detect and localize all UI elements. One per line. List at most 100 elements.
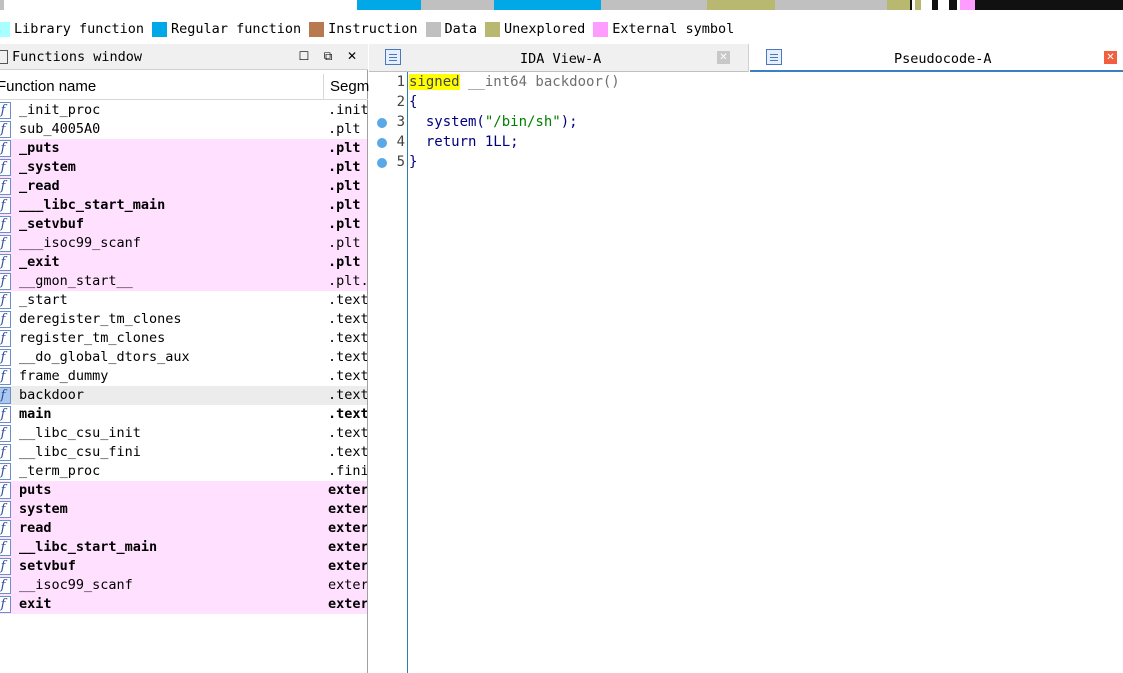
code-text: signed __int64 backdoor() (409, 74, 620, 90)
tab-pseudocode[interactable]: Pseudocode-A ✕ (750, 44, 1123, 72)
functions-window-title: Functions window (12, 48, 143, 65)
function-icon: f (0, 539, 11, 556)
legend-swatch (309, 21, 325, 37)
breakpoint-dot-icon[interactable] (377, 118, 387, 128)
function-row[interactable]: f __gmon_start__ .plt. (0, 272, 367, 291)
function-name: _init_proc (19, 102, 101, 118)
function-row[interactable]: f _start .text (0, 291, 367, 310)
function-row[interactable]: f __isoc99_scanf exter (0, 576, 367, 595)
close-icon[interactable]: ✕ (344, 48, 360, 64)
function-icon: f (0, 577, 11, 594)
function-row[interactable]: f system exter (0, 500, 367, 519)
line-number: 3 (396, 114, 405, 130)
code-line[interactable]: 2{ (369, 93, 1123, 113)
column-header-function-name[interactable]: Function name (0, 78, 96, 95)
function-row[interactable]: f deregister_tm_clones .text (0, 310, 367, 329)
function-segment: .text (328, 330, 367, 346)
code-line[interactable]: 3 system("/bin/sh"); (369, 113, 1123, 133)
column-header-segment[interactable]: Segm (330, 78, 369, 95)
function-row[interactable]: f _term_proc .fini (0, 462, 367, 481)
function-row[interactable]: f __libc_csu_fini .text (0, 443, 367, 462)
code-token: system( (409, 114, 485, 130)
legend-item: Library function (0, 21, 144, 37)
function-name: _puts (19, 140, 60, 156)
function-row[interactable]: f __libc_csu_init .text (0, 424, 367, 443)
function-name: exit (19, 596, 52, 612)
column-separator[interactable] (323, 74, 324, 100)
pseudocode-view[interactable]: 1 signed __int64 backdoor() 2{3 system("/b… (369, 72, 1123, 673)
functions-window-titlebar[interactable]: Functions window ☐ ⧉ ✕ (0, 44, 368, 70)
function-row[interactable]: f _read .plt (0, 177, 367, 196)
function-icon: f (0, 368, 11, 385)
function-row[interactable]: f sub_4005A0 .plt (0, 120, 367, 139)
function-row[interactable]: f ___libc_start_main .plt (0, 196, 367, 215)
function-segment: .plt (328, 197, 361, 213)
function-row[interactable]: f ___isoc99_scanf .plt (0, 234, 367, 253)
function-row[interactable]: f exit exter (0, 595, 367, 614)
function-name: _term_proc (19, 463, 101, 479)
function-segment: .plt (328, 159, 361, 175)
function-row[interactable]: f puts exter (0, 481, 367, 500)
legend-swatch (152, 21, 168, 37)
function-segment: .text (328, 311, 367, 327)
function-name: __gmon_start__ (19, 273, 133, 289)
function-icon: f (0, 292, 11, 309)
legend-item: Instruction (309, 21, 418, 37)
function-row[interactable]: f read exter (0, 519, 367, 538)
function-name: _read (19, 178, 60, 194)
function-segment: exter (328, 520, 367, 536)
legend-label: External symbol (612, 21, 735, 37)
function-row[interactable]: f backdoor .text (0, 386, 367, 405)
code-text: } (409, 154, 417, 170)
function-segment: .text (328, 425, 367, 441)
function-name: __isoc99_scanf (19, 577, 133, 593)
function-icon: f (0, 406, 11, 423)
function-segment: .plt. (328, 273, 367, 289)
navband-segment (421, 0, 495, 10)
navigation-band[interactable] (0, 0, 1123, 10)
function-name: read (19, 520, 52, 536)
breakpoint-dot-icon[interactable] (377, 158, 387, 168)
function-row[interactable]: f frame_dummy .text (0, 367, 367, 386)
code-text: return 1LL; (409, 134, 519, 150)
function-icon: f (0, 596, 11, 613)
tab-ida-view[interactable]: IDA View-A ✕ (369, 44, 749, 72)
function-name: backdoor (19, 387, 85, 403)
legend-item: Unexplored (485, 21, 585, 37)
function-segment: .plt (328, 235, 361, 251)
function-icon: f (0, 140, 11, 157)
function-row[interactable]: f _puts .plt (0, 139, 367, 158)
code-line[interactable]: 5} (369, 153, 1123, 173)
function-icon: f (0, 330, 11, 347)
code-line[interactable]: 4 return 1LL; (369, 133, 1123, 153)
function-icon: f (0, 159, 11, 176)
functions-window: Functions window ☐ ⧉ ✕ Function name Seg… (0, 44, 369, 673)
function-icon: f (0, 520, 11, 537)
function-row[interactable]: f main .text (0, 405, 367, 424)
function-row[interactable]: f _setvbuf .plt (0, 215, 367, 234)
function-row[interactable]: f __libc_start_main exter (0, 538, 367, 557)
navband-segment (600, 0, 708, 10)
function-row[interactable]: f _system .plt (0, 158, 367, 177)
function-name: setvbuf (19, 558, 76, 574)
legend-swatch (425, 21, 441, 37)
function-row[interactable]: f __do_global_dtors_aux .text (0, 348, 367, 367)
function-row[interactable]: f _exit .plt (0, 253, 367, 272)
function-row[interactable]: f setvbuf exter (0, 557, 367, 576)
close-icon[interactable]: ✕ (1104, 51, 1117, 64)
maximize-icon[interactable]: ☐ (296, 48, 312, 64)
legend-label: Regular function (171, 21, 302, 37)
function-row[interactable]: f _init_proc .init (0, 101, 367, 120)
function-row[interactable]: f register_tm_clones .text (0, 329, 367, 348)
breakpoint-dot-icon[interactable] (377, 138, 387, 148)
code-line[interactable]: 1 signed __int64 backdoor() (369, 73, 1123, 93)
function-name: system (19, 501, 68, 517)
line-number: 4 (396, 134, 405, 150)
code-token: ); (560, 114, 578, 130)
float-window-icon[interactable]: ⧉ (320, 48, 336, 64)
close-icon[interactable]: ✕ (717, 51, 730, 64)
navband-segment (960, 0, 975, 10)
function-icon: f (0, 463, 11, 480)
navband-segment (932, 0, 938, 10)
function-name: __libc_csu_init (19, 425, 141, 441)
